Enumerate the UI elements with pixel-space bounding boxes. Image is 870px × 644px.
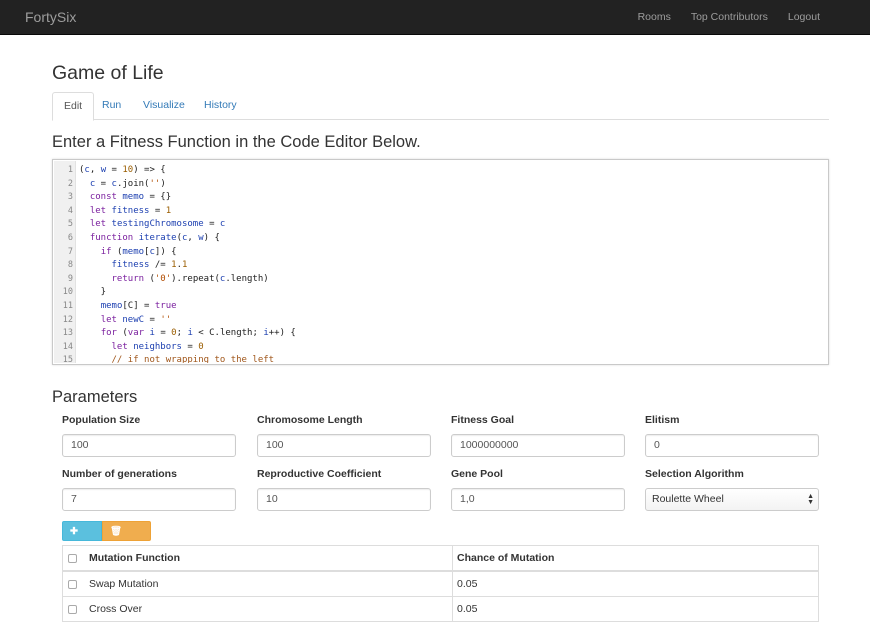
selection-algorithm-value: Roulette Wheel [652,493,724,505]
code-line: 4 let fitness = 1 [54,205,827,219]
code-line: 3 const memo = {} [54,191,827,205]
code-line: 2 c = c.join('') [54,178,827,192]
select-all-checkbox[interactable] [68,554,77,563]
code-line: 5 let testingChromosome = c [54,218,827,232]
line-number: 7 [67,246,73,257]
code-line: 6 function iterate(c, w) { [54,232,827,246]
code-line: 1 (c, w = 10) => { [54,164,827,178]
parameters-heading: Parameters [52,388,138,406]
code-text: // if not wrapping to the left [111,355,275,363]
code-line: 15 // if not wrapping to the left [54,354,827,363]
gene-pool-input[interactable]: 1,0 [451,488,625,511]
elitism-label: Elitism [645,414,680,426]
code-line: 12 let newC = '' [54,314,827,328]
line-number: 12 [62,314,73,325]
nav-top-contributors-link[interactable]: Top Contributors [681,0,778,35]
line-number: 6 [67,233,73,243]
chromosome-length-input[interactable]: 100 [257,434,431,457]
selection-algorithm-label: Selection Algorithm [645,468,744,480]
code-line: 13 for (var i = 0; i < C.length; i++) { [54,327,827,341]
code-line: 8 fitness /= 1.1 [54,259,827,273]
plus-icon: ✚ [70,526,78,537]
chromosome-length-label: Chromosome Length [257,414,363,426]
table-header-row: Mutation Function Chance of Mutation [63,546,818,572]
generations-label: Number of generations [62,468,177,480]
table-row[interactable]: Swap Mutation 0.05 [63,572,818,597]
code-line: 10 } [54,286,827,300]
delete-mutation-button[interactable]: 🗑 Delete [102,521,151,557]
code-text: let testingChromosome = c [89,219,226,230]
new-mutation-button[interactable]: ✚ New [62,521,102,557]
chance-of-mutation-cell: 0.05 [457,578,478,590]
code-text: let newC = '' [100,314,172,325]
code-text: (c, w = 10) => { [79,165,166,175]
select-arrows-icon: ▲ ▼ [807,493,814,506]
line-number: 11 [62,301,73,311]
table-row[interactable]: Cross Over 0.05 [63,597,818,622]
code-line: 11 memo[C] = true [54,300,827,314]
mutation-function-header: Mutation Function [89,552,180,564]
line-number: 9 [67,273,73,284]
tab-visualize[interactable]: Visualize [132,92,196,120]
code-text: const memo = {} [89,192,172,203]
code-text: function iterate(c, w) { [89,233,220,243]
tab-bar: Edit Run Visualize History [52,92,829,121]
mutation-function-cell: Swap Mutation [89,578,159,590]
line-number: 15 [62,355,73,363]
chance-of-mutation-header: Chance of Mutation [457,552,555,564]
reproductive-coefficient-label: Reproductive Coefficient [257,468,382,480]
nav-rooms-link[interactable]: Rooms [628,0,681,35]
code-text: let fitness = 1 [89,205,172,216]
generations-input[interactable]: 7 [62,488,236,511]
population-size-label: Population Size [62,414,141,426]
tab-run[interactable]: Run [91,92,132,120]
reproductive-coefficient-input[interactable]: 10 [257,488,431,511]
code-text: let neighbors = 0 [111,341,204,352]
code-line: 9 return ('0').repeat(c.length) [54,273,827,287]
code-text: for (var i = 0; i < C.length; i++) { [100,328,296,339]
line-number: 4 [67,205,73,216]
code-text: } [79,287,107,298]
mutation-table: Mutation Function Chance of Mutation Swa… [62,545,819,622]
elitism-input[interactable]: 0 [645,434,819,457]
line-number: 1 [67,165,73,175]
navbar: FortySix Rooms Top Contributors Logout [0,0,870,35]
line-number: 3 [67,192,73,203]
code-editor[interactable]: 1 (c, w = 10) => {2 c = c.join('') 3 const… [52,159,829,365]
code-text: memo[C] = true [100,301,177,311]
mutation-function-cell: Cross Over [89,603,143,615]
code-line: 7 if (memo[c]) { [54,246,827,260]
line-number: 13 [62,328,73,339]
page-title: Game of Life [52,62,164,84]
fitness-goal-label: Fitness Goal [451,414,515,426]
tab-edit[interactable]: Edit [52,92,95,121]
line-number: 5 [67,219,73,230]
line-number: 10 [62,287,73,298]
code-text: fitness /= 1.1 [111,260,188,271]
line-number: 2 [67,178,73,189]
editor-heading: Enter a Fitness Function in the Code Edi… [52,133,421,151]
code-text: if (memo[c]) { [100,246,177,257]
line-number: 8 [67,260,73,271]
line-number: 14 [62,341,73,352]
row-checkbox[interactable] [68,580,77,589]
selection-algorithm-select[interactable]: Roulette Wheel ▲ ▼ [645,488,819,511]
code-text: c = c.join('') [89,178,166,189]
tab-history[interactable]: History [193,92,248,120]
trash-icon: 🗑 [110,526,123,537]
brand-link[interactable]: FortySix [25,9,76,25]
row-checkbox[interactable] [68,605,77,614]
nav-logout-link[interactable]: Logout [778,0,870,35]
nav-links: Rooms Top Contributors Logout [628,0,870,35]
chance-of-mutation-cell: 0.05 [457,603,478,615]
code-text: return ('0').repeat(c.length) [111,273,269,284]
code-line: 14 let neighbors = 0 [54,341,827,355]
fitness-goal-input[interactable]: 1000000000 [451,434,625,457]
gene-pool-label: Gene Pool [451,468,503,480]
population-size-input[interactable]: 100 [62,434,236,457]
